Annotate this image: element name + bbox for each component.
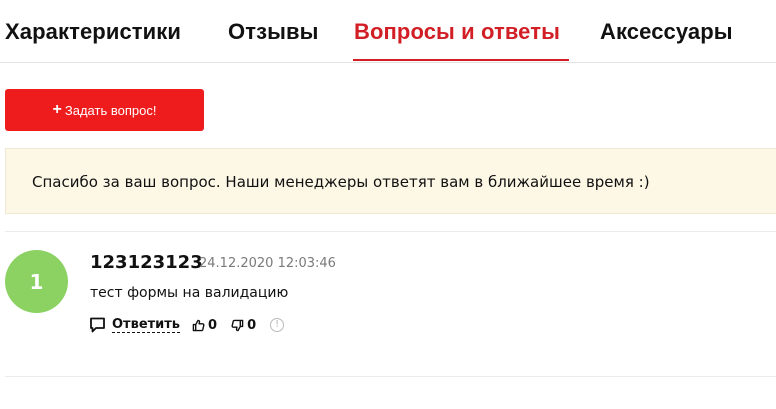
dislike-button[interactable]: 0 [231, 318, 256, 333]
like-button[interactable]: 0 [192, 318, 217, 333]
question-author: 123123123 [90, 252, 203, 273]
question-date: 24.12.2020 12:03:46 [199, 256, 336, 271]
question-text: тест формы на валидацию [90, 285, 289, 301]
tabs-bar: Характеристики Отзывы Вопросы и ответы А… [0, 0, 776, 63]
dislike-count: 0 [247, 317, 257, 333]
reply-label: Ответить [112, 316, 181, 333]
question-actions: Ответить 0 0 ! [89, 316, 285, 334]
plus-icon: + [52, 101, 62, 118]
success-notice: Спасибо за ваш вопрос. Наши менеджеры от… [5, 148, 776, 214]
tab-questions-answers[interactable]: Вопросы и ответы [354, 18, 560, 46]
notice-text: Спасибо за ваш вопрос. Наши менеджеры от… [32, 173, 650, 191]
tab-reviews[interactable]: Отзывы [228, 18, 319, 46]
avatar-initial: 1 [29, 269, 44, 294]
like-count: 0 [208, 317, 218, 333]
ask-question-button[interactable]: + Задать вопрос! [5, 89, 204, 131]
tab-accessories[interactable]: Аксессуары [600, 18, 733, 46]
avatar: 1 [5, 250, 68, 313]
thumbs-up-icon [192, 319, 205, 331]
tab-characteristics[interactable]: Характеристики [5, 18, 181, 46]
info-icon[interactable]: ! [270, 318, 285, 332]
active-tab-indicator [353, 59, 569, 61]
ask-question-label: Задать вопрос! [64, 102, 157, 118]
comment-icon [90, 317, 105, 333]
thumbs-down-icon [231, 319, 244, 331]
divider-bottom [5, 376, 776, 377]
reply-button[interactable]: Ответить [89, 316, 181, 333]
divider-top [5, 231, 776, 232]
